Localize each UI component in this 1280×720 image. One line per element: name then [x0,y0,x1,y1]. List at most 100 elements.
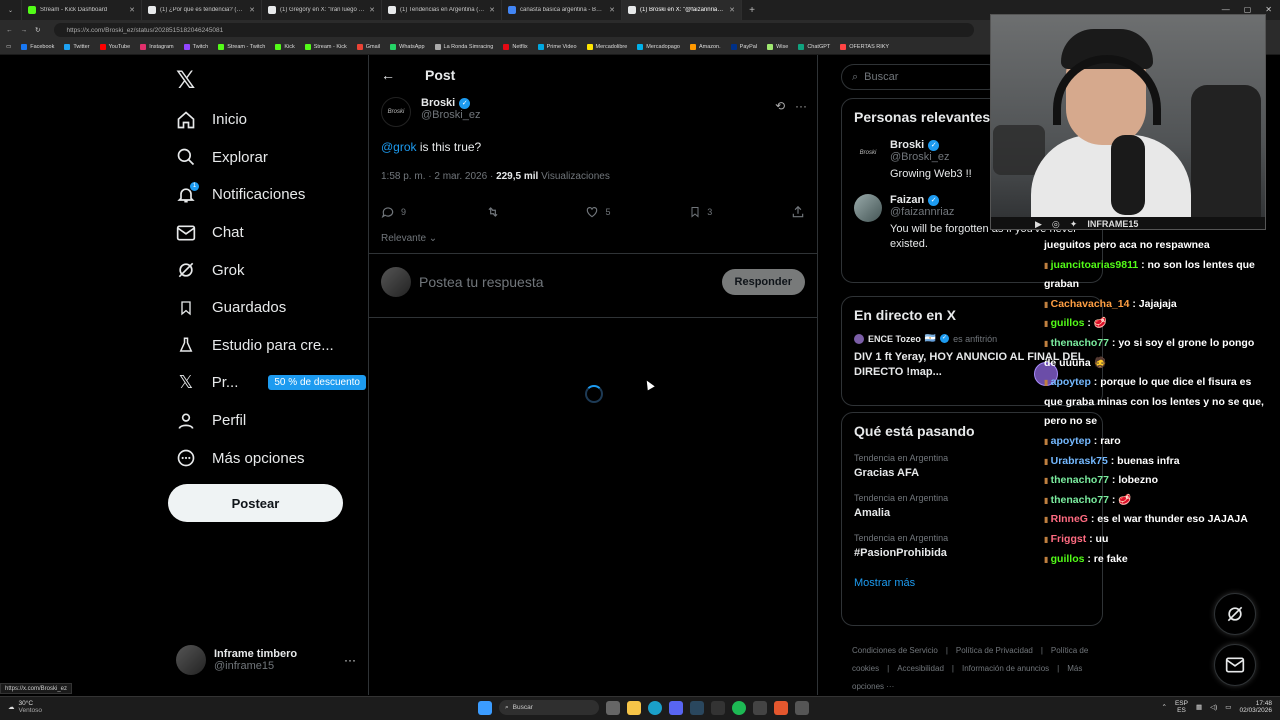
footer-link[interactable]: Política de Privacidad [956,646,1033,655]
chat-username[interactable]: guillos [1051,553,1085,565]
post-time[interactable]: 1:58 p. m. · 2 mar. 2026 · [381,171,496,182]
bookmark-item[interactable]: Kick [275,44,295,50]
nav-item-mail[interactable]: Chat [176,214,366,252]
share-action[interactable] [791,205,805,219]
footer-link[interactable]: Información de anuncios [962,664,1049,673]
bookmark-item[interactable]: Prime Video [537,44,577,50]
grok-floating-button[interactable] [1214,593,1256,635]
chat-username[interactable]: RInneG [1051,513,1088,525]
chat-username[interactable]: Urabrask75 [1051,455,1108,467]
bookmark-item[interactable]: Stream - Kick [304,44,347,50]
nav-item-search[interactable]: Explorar [176,139,366,177]
bookmark-item[interactable]: Netflix [503,44,528,50]
back-arrow-icon[interactable]: ← [381,67,395,83]
nav-item-bookmark[interactable]: Guardados [176,289,366,327]
more-icon[interactable]: ··· [344,653,356,667]
chat-username[interactable]: juancitoarias9811 [1051,259,1139,271]
task-view-icon[interactable] [606,700,620,715]
bookmark-item[interactable]: Twitter [64,44,90,50]
nav-item-x[interactable]: 𝕏 Pr... 50 % de descuento [176,364,366,402]
repost-action[interactable] [485,205,507,219]
chat-username[interactable]: guillos [1051,317,1085,329]
nav-item-home[interactable]: Inicio [176,101,366,139]
grok-icon[interactable]: ⟲ [775,99,785,127]
tray-chevron-icon[interactable]: ⌃ [1162,704,1167,711]
bookmark-item[interactable]: WhatsApp [390,44,425,50]
browser-menu-button[interactable]: ⌄ [0,0,22,20]
app-icon[interactable] [774,700,788,715]
browser-tab[interactable]: canasta basica argentina - Buscar ✕ [502,0,622,20]
taskbar-search[interactable]: ⌕ Buscar [499,700,599,715]
browser-tab[interactable]: (1) Broski en X: "@faizannriaz @gr ✕ [622,0,742,20]
bookmark-item[interactable]: Twitch [183,44,208,50]
nav-item-person[interactable]: Perfil [176,402,366,440]
close-icon[interactable]: ✕ [249,6,255,14]
browser-tab[interactable]: Stream - Kick Dashboard ✕ [22,0,142,20]
file-explorer-icon[interactable] [627,700,641,715]
author-handle[interactable]: @Broski_ez [421,109,480,121]
close-icon[interactable]: ✕ [609,6,615,14]
footer-link[interactable]: Accesibilidad [897,664,944,673]
close-icon[interactable]: ✕ [489,6,495,14]
more-icon[interactable]: ··· [795,99,807,127]
show-more-link[interactable]: Mostrar más [842,567,1102,603]
new-tab-button[interactable]: + [742,5,762,16]
author-avatar[interactable]: Broski [381,97,411,127]
mention-link[interactable]: @grok [381,140,417,154]
bookmark-item[interactable]: La Ronda Simracing [434,44,493,50]
minimize-icon[interactable]: — [1222,5,1230,14]
bookmark-item[interactable]: Mercadopago [637,44,680,50]
nav-item-flask[interactable]: Estudio para cre... [176,327,366,365]
close-icon[interactable]: ✕ [369,6,375,14]
bookmark-item[interactable]: Facebook [21,44,54,50]
bookmark-item[interactable]: Stream - Twitch [218,44,265,50]
chat-username[interactable]: apoytep [1051,376,1091,388]
battery-icon[interactable]: ▭ [1225,704,1231,711]
bookmark-item[interactable]: Amazon. [689,44,721,50]
bookmark-item[interactable]: OFERTAS RIKY [840,44,889,50]
author-name-row[interactable]: Broski ✓ [421,97,480,109]
close-icon[interactable]: ✕ [129,6,135,14]
bookmark-action[interactable]: 3 [689,205,712,219]
weather-widget[interactable]: ☁ 30°C Ventoso [8,700,42,714]
volume-icon[interactable]: ◁) [1210,704,1217,711]
bookmark-item[interactable]: PayPal [730,44,757,50]
messages-floating-button[interactable] [1214,644,1256,686]
reload-icon[interactable]: ↻ [35,26,40,34]
bookmark-item[interactable]: Gmail [356,44,380,50]
close-icon[interactable]: ✕ [729,6,735,14]
reply-button[interactable]: Responder [721,269,805,295]
chat-username[interactable]: Friggst [1051,533,1087,545]
bookmark-item[interactable]: ChatGPT [798,44,830,50]
nav-item-grok[interactable]: Grok [176,251,366,289]
sort-dropdown[interactable]: Relevante ⌄ [381,233,437,244]
edge-icon[interactable] [648,700,662,715]
clock-time[interactable]: 17:48 [1239,700,1272,707]
chat-username[interactable]: Cachavacha_14 [1051,298,1130,310]
x-logo-icon[interactable]: 𝕏 [176,66,195,94]
bookmark-item[interactable]: Instagram [140,44,174,50]
post-button[interactable]: Postear [168,484,343,522]
discord-icon[interactable] [669,700,683,715]
bookmark-item[interactable]: Mercadolibre [586,44,627,50]
like-action[interactable]: 5 [585,205,611,219]
url-field[interactable]: https://x.com/Broski_ez/status/202851518… [54,23,975,37]
reply-input[interactable]: Postea tu respuesta [419,274,714,290]
footer-link[interactable]: Condiciones de Servicio [852,646,938,655]
app-icon[interactable] [795,700,809,715]
maximize-icon[interactable]: ▢ [1244,5,1252,14]
reply-action[interactable]: 9 [381,205,406,219]
browser-tab[interactable]: (1) Gregory en X: "Irán luego de ✕ [262,0,382,20]
chat-username[interactable]: thenacho77 [1051,494,1109,506]
chat-username[interactable]: thenacho77 [1051,474,1109,486]
back-icon[interactable]: ← [6,27,13,34]
chat-username[interactable]: apoytep [1051,435,1091,447]
network-icon[interactable]: ▦ [1196,704,1202,711]
search-input[interactable]: ⌕ Buscar [841,64,1001,90]
windows-start-icon[interactable] [478,700,492,715]
spotify-icon[interactable] [732,700,746,715]
steam-icon[interactable] [690,700,704,715]
browser-tab[interactable]: (1) Tendencias en Argentina (@porq ✕ [382,0,502,20]
obs-icon[interactable] [753,700,767,715]
nav-item-more-circle[interactable]: Más opciones [176,439,366,477]
